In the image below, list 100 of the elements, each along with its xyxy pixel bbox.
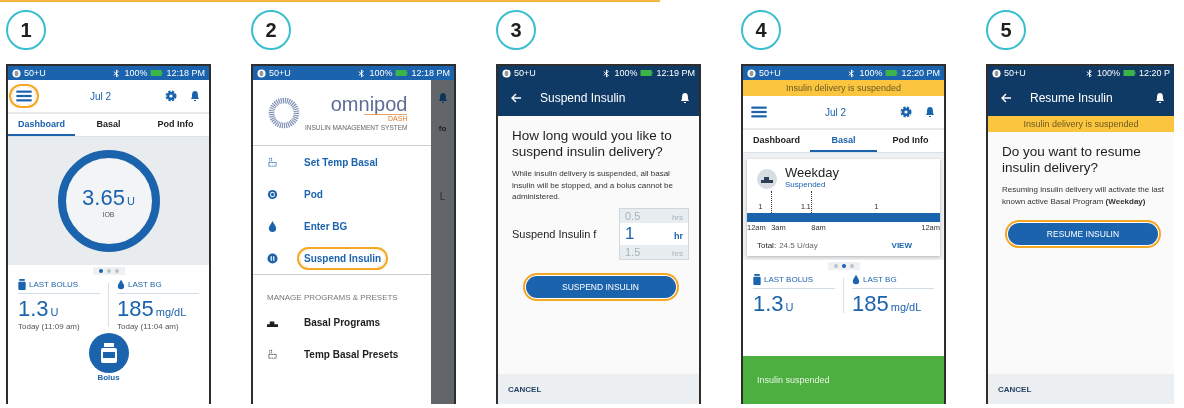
clock-time: 12:18 PM: [411, 68, 450, 78]
step-number: 5: [986, 10, 1026, 50]
reservoir-level: 50+U: [514, 68, 536, 78]
temp-basal-icon: [267, 348, 278, 360]
menu-item[interactable]: Enter BG: [300, 217, 352, 235]
battery-percent: 100%: [614, 68, 638, 78]
bolus-time: Today (11:09 am): [18, 322, 81, 331]
battery-percent: 100%: [124, 68, 148, 78]
bolus-button[interactable]: [88, 333, 129, 373]
question-heading: Do you want to resume insulin delivery?: [1002, 144, 1142, 177]
menu-item[interactable]: Set Temp Basal: [300, 153, 382, 171]
menu-item[interactable]: Pod: [300, 185, 327, 203]
glucose-time: Today (11:04 am): [117, 322, 180, 331]
battery-percent: 100%: [1096, 68, 1120, 78]
clock-time: 12:20 PM: [901, 68, 940, 78]
glucose-value: 185: [117, 296, 154, 322]
bell-icon[interactable]: [189, 90, 201, 102]
reservoir-icon: [257, 68, 266, 78]
basal-program-icon: [757, 169, 777, 189]
duration-value: 0.5: [625, 209, 641, 222]
date-label: Jul 2: [823, 106, 848, 118]
step-number: 3: [496, 10, 536, 50]
blood-drop-icon: [267, 220, 278, 232]
glucose-value: 185: [852, 291, 889, 317]
insulin-vial-icon: [100, 343, 117, 363]
stat-label: LAST BG: [863, 275, 897, 284]
clock-time: 12:19 PM: [656, 68, 695, 78]
battery-icon: [150, 70, 164, 76]
glucose-unit: mg/dL: [155, 306, 187, 318]
bluetooth-icon: [357, 68, 367, 78]
menu-icon[interactable]: [12, 87, 36, 105]
back-arrow-icon[interactable]: [510, 92, 522, 104]
bell-icon[interactable]: [924, 106, 936, 118]
description-text: While insulin delivery is suspended, all basal insulin will be stopped, and a bolus cannot be administered.: [512, 168, 674, 202]
blood-drop-icon: [117, 279, 125, 290]
cancel-link[interactable]: CANCEL: [508, 384, 542, 394]
insulin-vial-icon: [18, 279, 26, 290]
battery-icon: [395, 70, 409, 76]
iob-value: 3.65: [82, 184, 125, 211]
primary-button[interactable]: RESUME INSULIN: [1008, 222, 1158, 245]
program-status: Suspended: [785, 180, 827, 189]
stat-label: LAST BOLUS: [764, 275, 814, 284]
bell-icon[interactable]: [1154, 92, 1166, 104]
bluetooth-icon: [602, 68, 612, 78]
reservoir-level: 50+U: [24, 68, 46, 78]
tab[interactable]: Pod Info: [877, 130, 944, 152]
battery-icon: [640, 70, 654, 76]
back-arrow-icon[interactable]: [1000, 92, 1012, 104]
bolus-label: Bolus: [97, 373, 120, 382]
bolus-value: 1.3: [753, 291, 784, 317]
primary-button[interactable]: SUSPEND INSULIN: [525, 275, 676, 298]
menu-item[interactable]: Temp Basal Presets: [300, 345, 403, 363]
settings-icon[interactable]: [165, 90, 177, 102]
section-heading: MANAGE PROGRAMS & PRESETS: [266, 292, 399, 304]
toast-message: Insulin suspended: [743, 356, 944, 404]
reservoir-level: 50+U: [759, 68, 781, 78]
description-text: Resuming insulin delivery will activate the last known active Basal Program (Weekday): [1002, 184, 1164, 207]
bluetooth-icon: [847, 68, 857, 78]
bolus-unit: U: [50, 306, 59, 318]
cancel-link[interactable]: CANCEL: [998, 384, 1032, 394]
clock-time: 12:20 P: [1138, 68, 1170, 78]
view-link[interactable]: VIEW: [891, 241, 912, 250]
screen-title: Resume Insulin: [1030, 91, 1113, 105]
tab[interactable]: Pod Info: [142, 114, 209, 136]
reservoir-icon: [502, 68, 511, 78]
battery-percent: 100%: [369, 68, 393, 78]
screen-title: Suspend Insulin: [540, 91, 626, 105]
temp-basal-icon: [267, 156, 278, 168]
logo-ring-icon: [267, 95, 301, 130]
date-label: Jul 2: [88, 90, 113, 102]
clock-time: 12:18 PM: [166, 68, 205, 78]
step-number: 4: [741, 10, 781, 50]
duration-unit: hr: [674, 230, 683, 241]
menu-item[interactable]: Suspend Insulin: [300, 249, 386, 267]
tab-fragment: fo: [438, 124, 447, 133]
reservoir-icon: [992, 68, 1001, 78]
tab[interactable]: Basal: [75, 114, 142, 136]
suspended-banner: Insulin delivery is suspended: [988, 116, 1174, 132]
step-number: 1: [6, 10, 46, 50]
total-value: 24.5 U/day: [779, 241, 818, 250]
stat-label: LAST BOLUS: [29, 280, 79, 289]
battery-icon: [1122, 70, 1136, 76]
battery-icon: [885, 70, 899, 76]
bell-icon[interactable]: [679, 92, 691, 104]
stat-label: LAST BG: [128, 280, 162, 289]
question-heading: How long would you like to suspend insulin delivery?: [512, 128, 673, 161]
bluetooth-icon: [112, 68, 122, 78]
bluetooth-icon: [1084, 68, 1094, 78]
menu-item[interactable]: Basal Programs: [300, 313, 385, 331]
reservoir-icon: [12, 68, 21, 78]
reservoir-level: 50+U: [1004, 68, 1026, 78]
battery-percent: 100%: [859, 68, 883, 78]
duration-value: 1.5: [625, 245, 641, 258]
duration-label: Suspend Insulin f: [512, 227, 597, 240]
settings-icon[interactable]: [900, 106, 912, 118]
bolus-value: 1.3: [18, 296, 49, 322]
iob-unit: U: [126, 194, 135, 207]
total-label: Total:: [757, 241, 777, 250]
tab[interactable]: Dashboard: [743, 130, 810, 152]
bolus-unit: U: [785, 301, 794, 313]
